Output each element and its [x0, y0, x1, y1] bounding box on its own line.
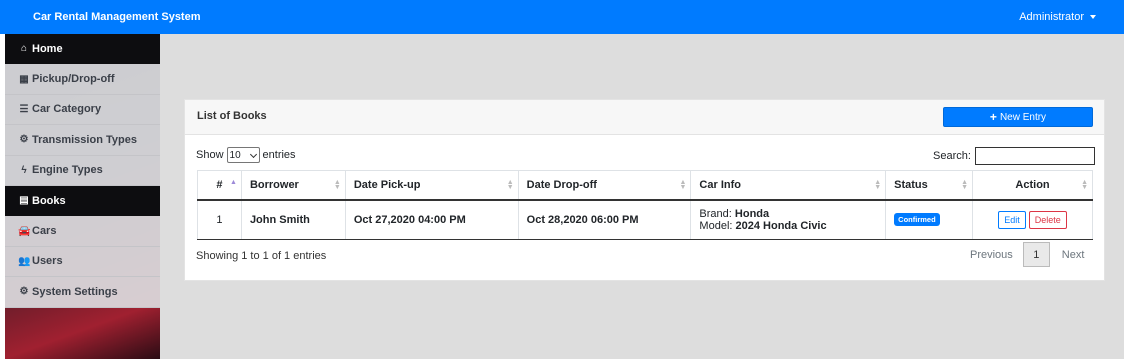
sort-icon: ▲ ▼ — [874, 179, 882, 191]
pagination: Previous 1 Next — [960, 242, 1084, 267]
new-entry-button[interactable]: + New Entry — [943, 107, 1093, 127]
column-header-date-dropoff[interactable]: Date Drop-off ▲ ▼ — [517, 170, 692, 201]
sidebar-item-label: Cars — [32, 225, 57, 238]
column-header-car-info[interactable]: Car Info ▲ ▼ — [690, 170, 887, 201]
car-model-line: Model: 2024 Honda Civic — [699, 220, 885, 232]
show-label: Show — [196, 149, 224, 161]
column-header-date-pickup[interactable]: Date Pick-up ▲ ▼ — [344, 170, 519, 201]
borrower-name: John Smith — [240, 199, 346, 240]
brand-value: Honda — [734, 207, 770, 220]
sort-icon: ▲ ▼ — [333, 179, 341, 191]
column-header-status[interactable]: Status ▲ ▼ — [885, 170, 974, 201]
cogs-icon: ⚙ — [19, 286, 29, 298]
book-icon: ▤ — [19, 195, 29, 207]
sort-icon: ▲ ▼ — [506, 179, 514, 191]
table-info: Showing 1 to 1 of 1 entries — [196, 250, 327, 262]
card-title: List of Books — [197, 110, 267, 122]
sort-icon: ▲ ▼ — [679, 179, 687, 191]
pickup-date: Oct 27,2020 04:00 PM — [344, 199, 519, 240]
plus-icon: + — [989, 110, 997, 124]
new-entry-label: New Entry — [999, 111, 1047, 123]
brand-label: Brand: — [699, 207, 732, 220]
sidebar-item-pickup-drop-off[interactable]: ▦ Pickup/Drop-off — [5, 64, 160, 95]
column-header-borrower[interactable]: Borrower ▲ ▼ — [240, 170, 346, 201]
model-label: Model: — [699, 219, 733, 232]
sidebar-item-label: Car Category — [32, 103, 102, 116]
car-icon: 🚘 — [18, 225, 31, 237]
bolt-icon: ϟ — [21, 164, 27, 176]
sidebar-item-transmission-types[interactable]: ⚙ Transmission Types — [5, 125, 160, 156]
dropoff-date: Oct 28,2020 06:00 PM — [517, 199, 692, 240]
user-name: Administrator — [1019, 11, 1084, 23]
entries-length-value: 10 — [229, 149, 241, 161]
top-navbar: Car Rental Management System Administrat… — [0, 0, 1124, 34]
next-page-button[interactable]: Next — [1062, 249, 1085, 261]
column-header-number[interactable]: # ▲ — [197, 170, 242, 201]
caret-down-icon — [1090, 15, 1096, 20]
sort-asc-icon: ▲ — [230, 179, 237, 186]
entries-length-control: Show 10 entries — [196, 147, 296, 163]
entries-label: entries — [262, 149, 296, 161]
edit-button[interactable]: Edit — [998, 210, 1026, 229]
sort-icon: ▲ ▼ — [1081, 179, 1088, 191]
sidebar-item-books[interactable]: ▤ Books — [5, 185, 160, 217]
chevron-down-icon — [249, 150, 257, 159]
delete-button[interactable]: Delete — [1028, 210, 1067, 229]
sidebar-item-label: Users — [32, 255, 63, 268]
action-cell: Edit Delete — [972, 199, 1093, 240]
table-header-row: # ▲ Borrower ▲ ▼ Date Pick-up ▲ ▼ Date Drop-o… — [197, 170, 1093, 201]
page-1-button[interactable]: 1 — [1022, 242, 1050, 267]
car-info: Brand: Honda Model: 2024 Honda Civic — [690, 199, 887, 240]
search-control: Search: — [933, 147, 1095, 165]
sidebar-menu: ⌂ Home ▦ Pickup/Drop-off ☰ Car Category ⚙ Tr… — [5, 34, 160, 308]
sidebar-item-engine-types[interactable]: ϟ Engine Types — [5, 155, 160, 186]
list-icon: ☰ — [19, 103, 29, 115]
gear-icon: ⚙ — [19, 134, 29, 146]
sidebar-item-label: Books — [32, 194, 66, 207]
status-badge: Confirmed — [894, 213, 940, 227]
card-header: List of Books + New Entry — [185, 100, 1104, 135]
user-menu[interactable]: Administrator — [1019, 11, 1096, 23]
sidebar-item-system-settings[interactable]: ⚙ System Settings — [5, 277, 160, 308]
table-icon: ▦ — [19, 73, 29, 85]
sort-icon: ▲ ▼ — [961, 179, 969, 191]
sidebar-item-label: Engine Types — [32, 164, 103, 177]
model-value: 2024 Honda Civic — [735, 219, 827, 232]
status-cell: Confirmed — [885, 199, 974, 240]
row-number: 1 — [197, 199, 242, 240]
sidebar-item-label: Home — [32, 42, 63, 55]
books-table: # ▲ Borrower ▲ ▼ Date Pick-up ▲ ▼ Date Drop-o… — [197, 170, 1093, 240]
entries-length-select[interactable]: 10 — [226, 147, 260, 163]
home-icon: ⌂ — [20, 43, 28, 55]
sidebar-item-cars[interactable]: 🚘 Cars — [5, 216, 160, 247]
previous-page-button[interactable]: Previous — [970, 249, 1013, 261]
search-label: Search: — [933, 150, 971, 162]
sidebar-item-label: Transmission Types — [32, 133, 137, 146]
table-row: 1 John Smith Oct 27,2020 04:00 PM Oct 28… — [197, 199, 1093, 240]
search-input[interactable] — [974, 147, 1095, 165]
sidebar-item-label: Pickup/Drop-off — [32, 73, 115, 86]
sidebar-item-home[interactable]: ⌂ Home — [5, 34, 160, 65]
sidebar: ⌂ Home ▦ Pickup/Drop-off ☰ Car Category ⚙ Tr… — [5, 34, 160, 359]
users-icon: 👥 — [18, 255, 31, 267]
sidebar-item-users[interactable]: 👥 Users — [5, 246, 160, 278]
column-header-action[interactable]: Action ▲ ▼ — [972, 170, 1093, 201]
car-brand-line: Brand: Honda — [699, 208, 885, 220]
sidebar-item-car-category[interactable]: ☰ Car Category — [5, 94, 160, 126]
sidebar-item-label: System Settings — [32, 285, 118, 298]
app-title: Car Rental Management System — [33, 11, 201, 23]
